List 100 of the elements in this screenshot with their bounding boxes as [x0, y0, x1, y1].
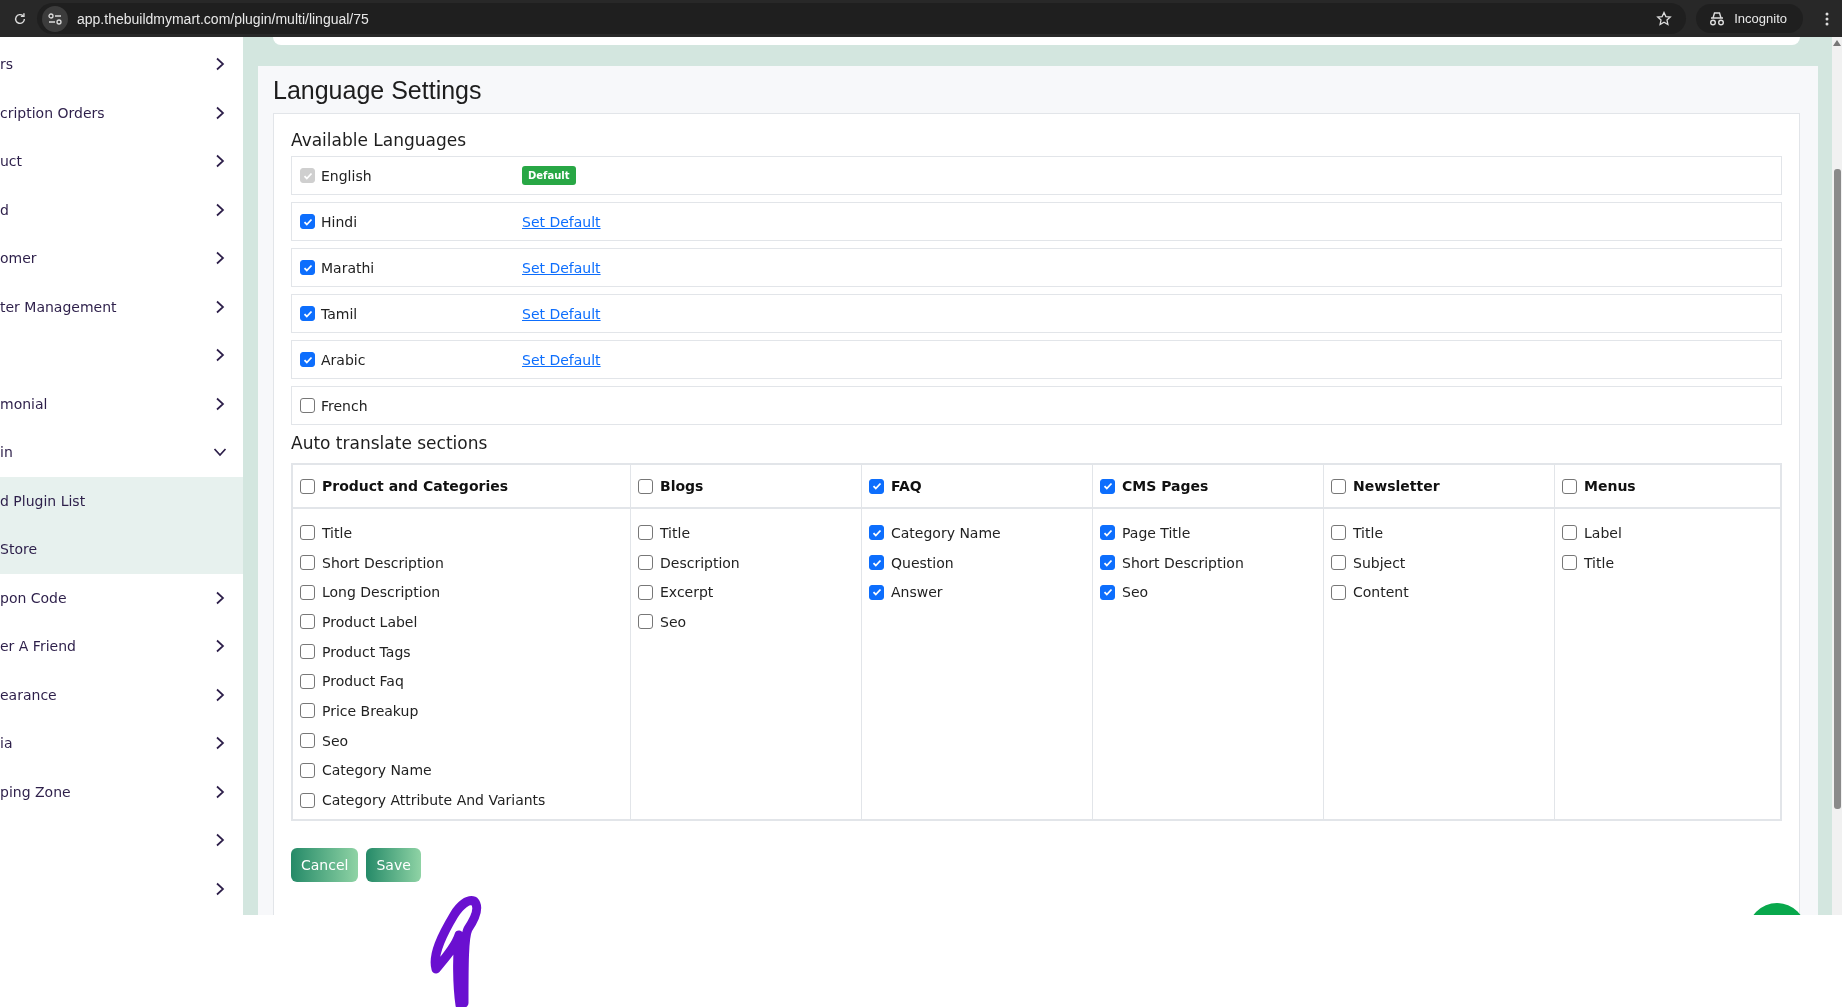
checkmark-icon	[302, 262, 313, 273]
checkbox[interactable]	[638, 478, 653, 494]
sidebar-item[interactable]: monial	[0, 379, 243, 428]
section-heading: Available Languages	[291, 129, 468, 152]
checkbox[interactable]	[869, 478, 884, 494]
reload-icon[interactable]	[13, 11, 27, 26]
checkmark-icon	[871, 527, 882, 538]
field-label: Short Description	[322, 554, 444, 571]
sidebar-item[interactable]: pon Code	[0, 573, 243, 622]
checkbox[interactable]	[869, 555, 884, 571]
sidebar-subitem[interactable]: d Plugin List	[0, 476, 243, 525]
checkbox[interactable]	[1562, 555, 1577, 571]
sidebar-item[interactable]: d	[0, 185, 243, 234]
checkbox[interactable]	[1331, 555, 1346, 571]
menu-icon[interactable]	[1825, 11, 1829, 26]
profile-button[interactable]: Incognito	[1696, 4, 1803, 33]
checkbox[interactable]	[638, 614, 653, 630]
sidebar-item[interactable]: in	[0, 428, 243, 477]
field-label: Title	[1353, 524, 1383, 541]
field-label: Category Name	[322, 762, 432, 779]
set-default-link[interactable]: Set Default	[522, 305, 601, 322]
checkbox[interactable]	[300, 260, 315, 275]
sidebar-item[interactable]: ter Management	[0, 282, 243, 331]
language-name: Arabic	[321, 351, 367, 368]
sidebar-subitem[interactable]: Store	[0, 525, 243, 574]
checkbox[interactable]	[300, 792, 315, 808]
checkbox[interactable]	[300, 584, 315, 600]
field-label: Subject	[1353, 554, 1406, 571]
checkbox[interactable]	[1331, 525, 1346, 541]
set-default-link[interactable]: Set Default	[522, 351, 601, 368]
checkbox[interactable]	[1331, 584, 1346, 600]
checkbox[interactable]	[300, 733, 315, 749]
set-default-link[interactable]: Set Default	[522, 259, 601, 276]
checkbox[interactable]	[300, 703, 315, 719]
checkmark-icon	[1102, 481, 1113, 491]
checkbox[interactable]	[300, 762, 315, 778]
checkbox[interactable]	[1100, 525, 1115, 541]
chevron-right-icon	[215, 881, 225, 896]
checkbox[interactable]	[1100, 584, 1115, 600]
checkbox[interactable]	[638, 584, 653, 600]
field-label: Seo	[1122, 584, 1149, 601]
checkmark-icon	[1102, 527, 1113, 538]
sidebar-item[interactable]: rs	[0, 40, 243, 89]
checkbox[interactable]	[1331, 478, 1346, 494]
checkmark-icon	[302, 170, 313, 181]
chevron-right-icon	[215, 251, 225, 266]
checkbox[interactable]	[869, 525, 884, 541]
checkmark-icon	[302, 354, 313, 365]
field-label: Long Description	[322, 584, 441, 601]
checkbox[interactable]	[869, 584, 884, 600]
scroll-up-arrow-icon[interactable]	[1833, 40, 1841, 46]
column-header: CMS Pages	[1122, 478, 1209, 494]
checkmark-icon	[302, 308, 313, 319]
checkbox[interactable]	[1100, 555, 1115, 571]
sidebar-item[interactable]: uct	[0, 137, 243, 186]
section-heading: Auto translate sections	[291, 432, 489, 455]
checkbox[interactable]	[300, 306, 315, 321]
chevron-right-icon	[215, 396, 225, 411]
sidebar-item[interactable]: earance	[0, 670, 243, 719]
field-label: Category Name	[891, 524, 1001, 541]
checkbox[interactable]	[300, 398, 315, 413]
site-info-icon[interactable]	[42, 5, 68, 32]
sidebar-item[interactable]: ping Zone	[0, 767, 243, 816]
chevron-right-icon	[215, 57, 225, 72]
scrollbar[interactable]	[1832, 37, 1842, 915]
field-label: Page Title	[1122, 524, 1191, 541]
chevron-right-icon	[215, 299, 225, 314]
checkbox[interactable]	[300, 614, 315, 630]
checkmark-icon	[1102, 587, 1113, 598]
checkbox[interactable]	[638, 525, 653, 541]
column-header: FAQ	[891, 478, 922, 494]
checkbox[interactable]	[300, 673, 315, 689]
checkbox[interactable]	[300, 214, 315, 229]
sidebar-item[interactable]: cription Orders	[0, 88, 243, 137]
chevron-right-icon	[215, 784, 225, 799]
checkbox[interactable]	[300, 644, 315, 660]
checkmark-icon	[302, 216, 313, 227]
checkbox[interactable]	[1562, 478, 1577, 494]
url-text: app.thebuildmymart.com/plugin/multi/lingual/75	[77, 10, 369, 27]
sidebar-item[interactable]: er A Friend	[0, 622, 243, 671]
address-bar[interactable]: app.thebuildmymart.com/plugin/multi/lingual/75	[37, 3, 1687, 34]
chevron-right-icon	[215, 348, 225, 363]
star-icon[interactable]	[1656, 10, 1673, 27]
checkbox[interactable]	[638, 555, 653, 571]
field-label: Question	[891, 554, 954, 571]
column-header: Menus	[1584, 478, 1636, 494]
language-name: English	[321, 167, 373, 184]
checkbox[interactable]	[1100, 478, 1115, 494]
sidebar-item[interactable]: ia	[0, 719, 243, 768]
field-label: Seo	[322, 732, 349, 749]
checkbox[interactable]	[300, 555, 315, 571]
chevron-right-icon	[215, 736, 225, 751]
incognito-icon	[1708, 11, 1727, 26]
checkbox[interactable]	[300, 478, 315, 494]
checkbox[interactable]	[1562, 525, 1577, 541]
sidebar-item[interactable]: omer	[0, 234, 243, 283]
set-default-link[interactable]: Set Default	[522, 213, 601, 230]
language-name: Tamil	[321, 305, 359, 322]
checkbox[interactable]	[300, 352, 315, 367]
checkbox[interactable]	[300, 525, 315, 541]
